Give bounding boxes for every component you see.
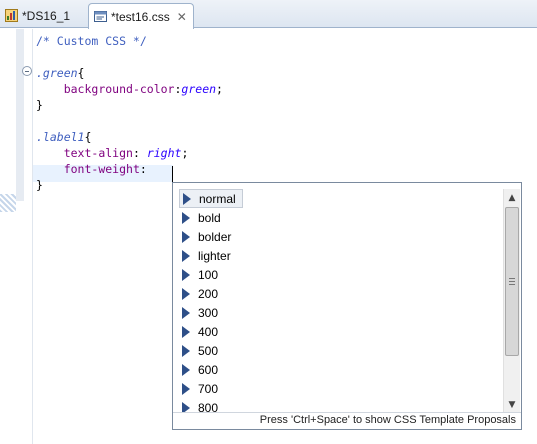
vertical-ruler: [0, 29, 16, 444]
tab-ds16-1[interactable]: *DS16_1: [0, 3, 88, 28]
proposal-item[interactable]: 400: [179, 322, 218, 341]
property-value-icon: [182, 249, 190, 262]
proposal-item[interactable]: bolder: [179, 227, 231, 246]
scroll-thumb[interactable]: [505, 207, 519, 356]
proposal-item[interactable]: 100: [179, 265, 218, 284]
code-token: {: [77, 66, 85, 80]
proposal-label: 200: [198, 286, 219, 301]
grip-icon: [509, 278, 515, 285]
code-line[interactable]: text-align: right;: [36, 145, 189, 161]
property-value-icon: [182, 230, 190, 243]
code-line[interactable]: .label1{: [36, 129, 91, 145]
css-file-icon: [94, 11, 107, 22]
code-token: .label1: [36, 130, 85, 144]
tab-ds16-1-label: *DS16_1: [22, 8, 71, 23]
editor-tab-bar: *DS16_1 *test16.css ✕: [0, 0, 537, 29]
code-token: ;: [181, 146, 189, 160]
proposal-scrollbar[interactable]: ▲ ▼: [503, 189, 520, 413]
proposal-item[interactable]: 800: [179, 398, 218, 413]
code-token: .green: [36, 66, 78, 80]
proposal-label: 100: [198, 267, 219, 282]
folding-gutter: [16, 29, 32, 444]
code-token: :: [132, 146, 147, 160]
proposal-status-text: Press 'Ctrl+Space' to show CSS Template …: [173, 412, 521, 429]
property-value-icon: [183, 192, 191, 205]
tab-test16-css-label: *test16.css: [111, 9, 170, 24]
code-token: ;: [216, 82, 223, 96]
change-bar: [16, 29, 24, 201]
text-caret: [172, 166, 173, 182]
property-value-icon: [182, 268, 190, 281]
property-value-icon: [182, 211, 190, 224]
proposal-item[interactable]: lighter: [179, 246, 231, 265]
proposal-label: normal: [199, 191, 236, 206]
code-line[interactable]: }: [36, 97, 43, 113]
proposal-label: 300: [198, 305, 219, 320]
proposal-label: 500: [198, 343, 219, 358]
proposal-item[interactable]: bold: [179, 208, 221, 227]
proposal-item[interactable]: 700: [179, 379, 218, 398]
property-value-icon: [182, 325, 190, 338]
property-value-icon: [182, 344, 190, 357]
property-value-icon: [182, 382, 190, 395]
scroll-up-button[interactable]: ▲: [504, 189, 520, 206]
code-line[interactable]: }: [36, 177, 43, 193]
code-line[interactable]: font-weight:: [36, 161, 154, 177]
proposal-label: bold: [198, 210, 221, 225]
proposal-label: 600: [198, 362, 219, 377]
code-token: {: [84, 130, 92, 144]
code-token: text-align: [63, 146, 133, 160]
code-line[interactable]: /* Custom CSS */: [36, 33, 147, 49]
report-icon: [5, 9, 18, 22]
proposal-item[interactable]: normal: [179, 189, 243, 208]
gutter-separator: [32, 29, 33, 444]
code-line[interactable]: background-color:green;: [36, 81, 223, 97]
collapse-icon[interactable]: [22, 66, 32, 76]
property-value-icon: [182, 287, 190, 300]
tab-test16-css[interactable]: *test16.css ✕: [88, 3, 194, 29]
close-icon[interactable]: ✕: [177, 10, 187, 24]
proposal-item[interactable]: 600: [179, 360, 218, 379]
code-token: background-color: [63, 82, 175, 96]
proposal-label: bolder: [198, 229, 232, 244]
content-assist-popup[interactable]: normal bold bolder lighter 100 200 300 400 500 60…: [172, 182, 522, 430]
current-line-marker: [0, 194, 16, 212]
code-token: }: [36, 98, 43, 112]
code-token: }: [36, 178, 43, 192]
code-token: font-weight: [63, 162, 140, 176]
proposal-label: 700: [198, 381, 219, 396]
scroll-down-button[interactable]: ▼: [504, 396, 520, 413]
proposal-label: lighter: [198, 248, 231, 263]
proposal-item[interactable]: 200: [179, 284, 218, 303]
code-token: right: [146, 146, 182, 160]
code-token: :: [139, 162, 154, 176]
property-value-icon: [182, 306, 190, 319]
proposal-item[interactable]: 300: [179, 303, 218, 322]
proposal-label: 400: [198, 324, 219, 339]
proposal-item[interactable]: 500: [179, 341, 218, 360]
proposal-list[interactable]: normal bold bolder lighter 100 200 300 400 500 60…: [179, 189, 505, 413]
code-line[interactable]: .green{: [36, 65, 84, 81]
code-token: green: [181, 82, 217, 96]
code-token: /* Custom CSS */: [36, 34, 147, 48]
property-value-icon: [182, 363, 190, 376]
